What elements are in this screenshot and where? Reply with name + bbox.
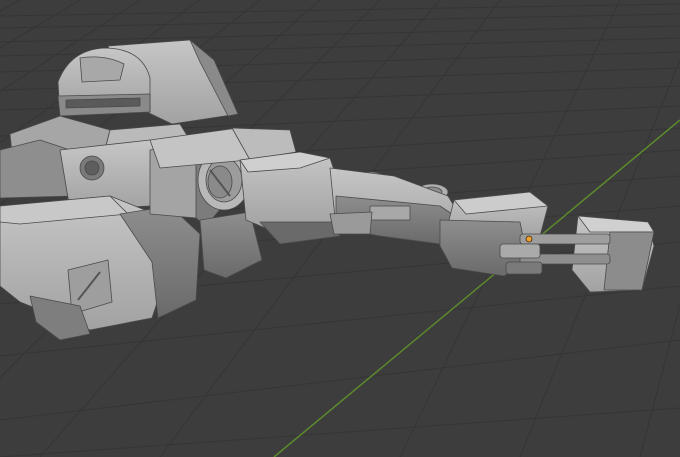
object-origin-marker[interactable] bbox=[525, 235, 533, 243]
viewport-canvas[interactable] bbox=[0, 0, 680, 457]
mech-model[interactable] bbox=[0, 39, 655, 341]
3d-viewport[interactable] bbox=[0, 0, 680, 457]
